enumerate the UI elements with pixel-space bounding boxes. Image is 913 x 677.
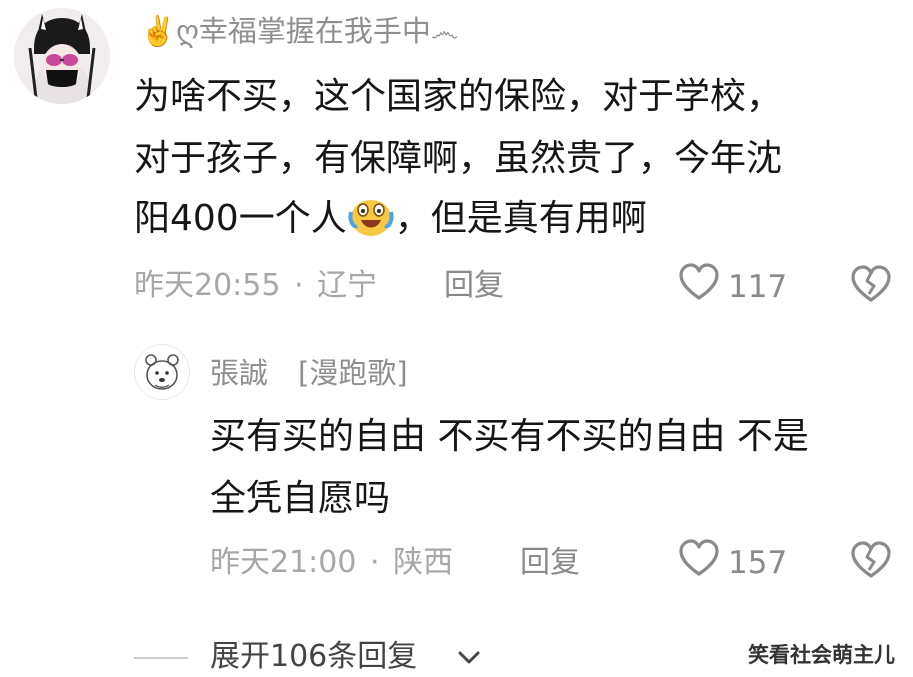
broken-heart-icon [850,264,892,308]
comment-location: 陕西 [393,545,454,580]
expand-divider [134,657,188,659]
comment-text-line: 对于孩子，有保障啊，虽然贵了，今年沈 [134,138,783,179]
comment-text-line: 买有买的自由 不买有不买的自由 不是 [210,416,809,457]
avatar[interactable] [14,8,110,104]
comment-meta: 昨天20:55 · 辽宁 [134,266,377,306]
reply-button[interactable]: 回复 [444,266,504,306]
comment-time: 昨天21:00 [210,545,357,580]
comment-time: 昨天20:55 [134,268,281,303]
watermark: 笑看社会萌主儿 [748,643,895,667]
comment-username[interactable]: ✌️ღ幸福掌握在我手中෴ [140,12,458,50]
username-text: 幸福掌握在我手中 [198,14,431,48]
username-decor-prefix: ✌️ღ [140,14,199,48]
like-button[interactable] [678,538,720,582]
comment-text-line: 阳400一个人 ，但是真有用啊 [134,190,647,248]
heart-outline-icon [678,538,720,582]
dislike-button[interactable] [850,540,892,584]
meta-separator: · [294,268,304,303]
expand-replies-button[interactable]: 展开106条回复 [210,637,417,677]
like-count: 157 [728,545,788,581]
avatar[interactable] [134,344,190,400]
avatar-image [14,8,110,104]
like-button[interactable] [678,262,720,306]
reply-button[interactable]: 回复 [520,543,580,583]
comment-username[interactable]: 張誠 [210,354,268,392]
comment-meta: 昨天21:00 · 陕西 [210,543,453,583]
broken-heart-icon [850,540,892,584]
comment-location: 辽宁 [317,268,378,303]
comment-text-line: 全凭自愿吗 [210,478,391,519]
username-decor-suffix: ෴ [430,14,459,48]
user-tag: [漫跑歌] [298,356,408,390]
comment-text-fragment: 阳400一个人 [134,198,347,239]
chevron-down-icon[interactable] [456,645,482,675]
avatar-image [135,345,189,399]
meta-separator: · [370,545,380,580]
dislike-button[interactable] [850,264,892,308]
crying-laughing-emoji-icon [347,194,395,238]
comment-text-fragment: ，但是真有用啊 [394,198,647,239]
heart-outline-icon [678,262,720,306]
like-count: 117 [728,269,788,305]
comment-text-line: 为啥不买，这个国家的保险，对于学校， [134,76,783,117]
